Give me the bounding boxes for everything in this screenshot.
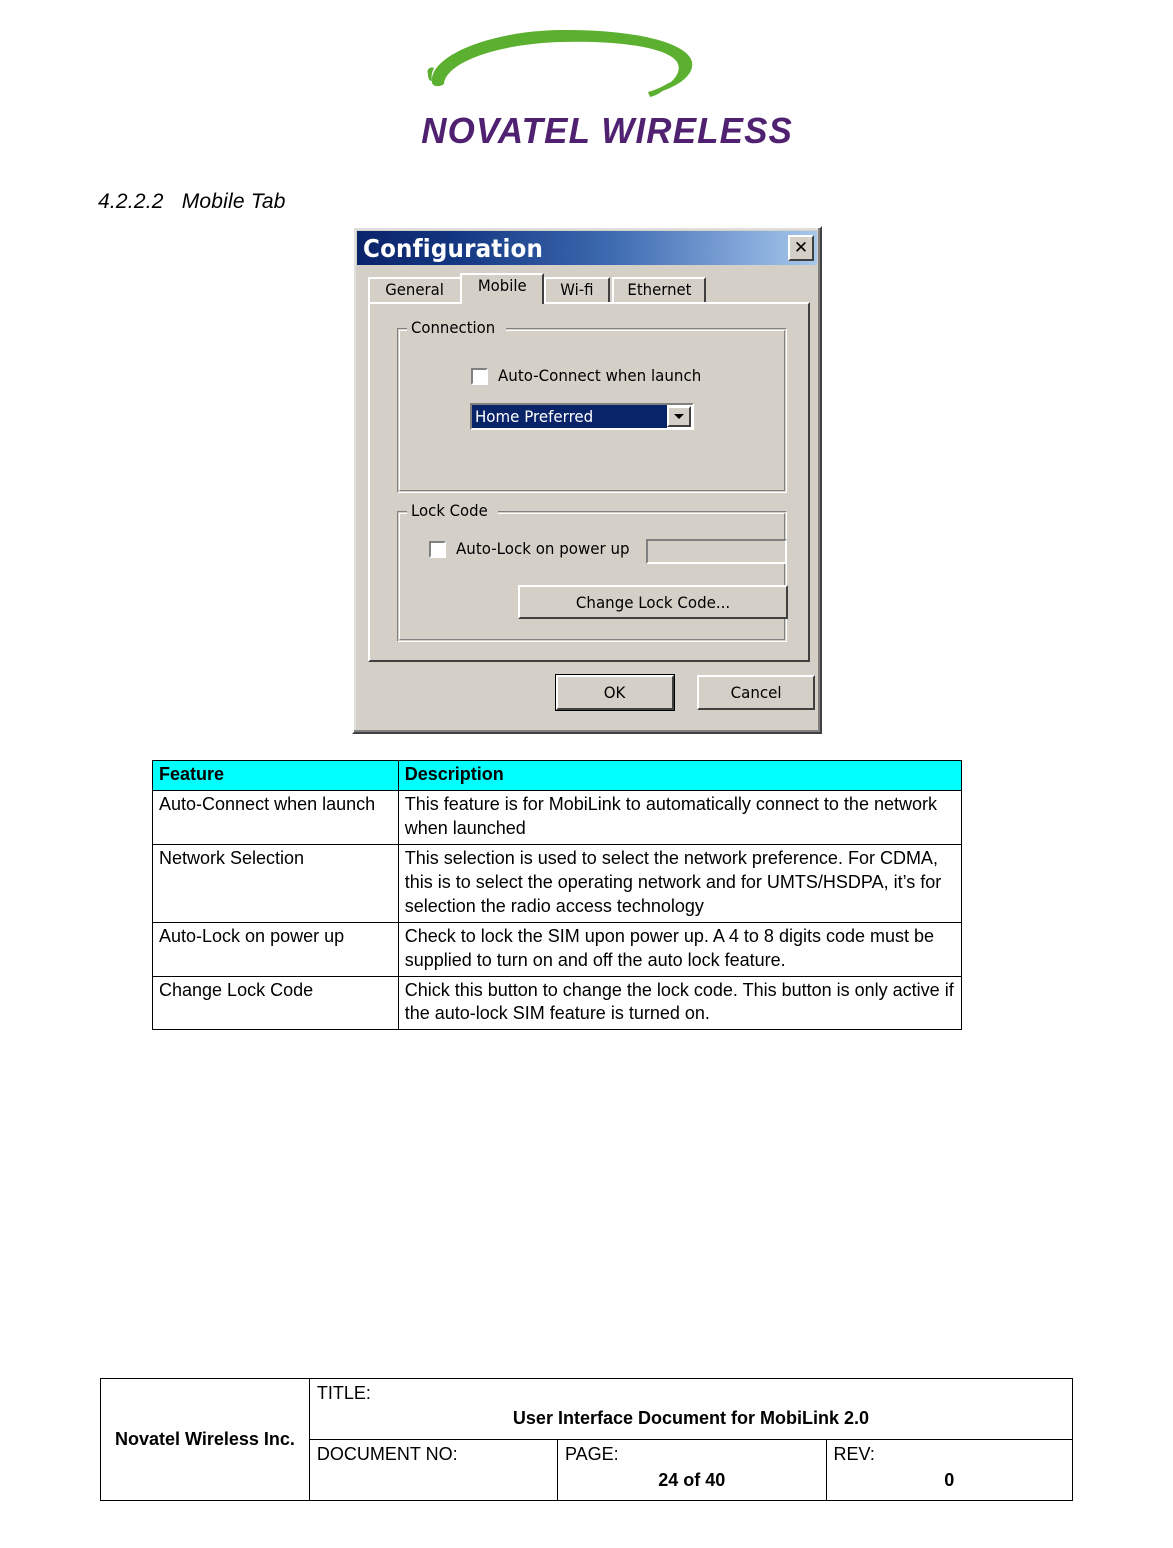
- table-row: Auto-Connect when launch This feature is…: [152, 789, 963, 845]
- section-heading: 4.2.2.2 Mobile Tab: [98, 190, 286, 213]
- change-lock-code-button[interactable]: Change Lock Code...: [518, 585, 788, 619]
- footer-page-label: PAGE:: [564, 1444, 619, 1464]
- footer-title-label: TITLE:: [316, 1383, 371, 1403]
- cell-description: Chick this button to change the lock cod…: [397, 975, 963, 1031]
- cell-feature: Auto-Lock on power up: [152, 921, 399, 977]
- tab-ethernet-label: Ethernet: [626, 280, 692, 299]
- column-header-feature: Feature: [152, 760, 399, 791]
- novatel-wireless-logo: NOVATEL WIRELESS: [417, 26, 794, 158]
- cell-feature: Auto-Connect when launch: [152, 789, 399, 845]
- auto-lock-checkbox[interactable]: [429, 540, 446, 558]
- footer-page-value: 24 of 40: [658, 1470, 726, 1491]
- table-row: Network Selection This selection is used…: [152, 843, 963, 923]
- connection-groupbox: Connection Auto-Connect when launch Home…: [397, 319, 787, 493]
- swoosh-icon: [427, 29, 693, 97]
- tab-mobile-label: Mobile: [477, 276, 527, 295]
- tab-general[interactable]: General: [368, 277, 462, 303]
- footer-rev-cell: REV: 0: [825, 1439, 1074, 1501]
- document-footer-table: Novatel Wireless Inc. TITLE: User Interf…: [100, 1378, 1074, 1501]
- lock-code-groupbox: Lock Code Auto-Lock on power up Change L…: [397, 502, 788, 642]
- cell-feature: Network Selection: [152, 843, 399, 923]
- footer-title-cell: TITLE: User Interface Document for MobiL…: [308, 1378, 1074, 1440]
- ok-button[interactable]: OK: [555, 674, 675, 711]
- logo-wordmark: NOVATEL WIRELESS: [421, 110, 794, 151]
- dialog-titlebar: Configuration ✕: [357, 231, 817, 265]
- footer-page-cell: PAGE: 24 of 40: [556, 1439, 827, 1501]
- tab-mobile[interactable]: Mobile: [460, 273, 544, 304]
- cell-feature: Change Lock Code: [152, 975, 399, 1031]
- auto-lock-label: Auto-Lock on power up: [456, 539, 630, 558]
- footer-rev-value: 0: [944, 1470, 955, 1491]
- close-icon[interactable]: ✕: [788, 235, 814, 261]
- tab-ethernet[interactable]: Ethernet: [612, 277, 706, 303]
- column-header-description: Description: [397, 760, 963, 791]
- table-header-row: Feature Description: [152, 760, 963, 791]
- footer-company: Novatel Wireless Inc.: [100, 1378, 310, 1501]
- table-row: Change Lock Code Chick this button to ch…: [152, 975, 963, 1031]
- tab-strip: General Mobile Wi-fi Ethernet: [368, 273, 810, 304]
- network-selection-combo[interactable]: Home Preferred: [470, 403, 694, 430]
- tab-wifi-label: Wi-fi: [560, 280, 594, 299]
- cell-description: This feature is for MobiLink to automati…: [397, 789, 963, 845]
- auto-connect-checkbox[interactable]: [471, 367, 488, 385]
- mobile-tab-panel: Connection Auto-Connect when launch Home…: [368, 302, 810, 662]
- footer-rev-label: REV:: [833, 1444, 875, 1464]
- chevron-down-icon[interactable]: [667, 406, 691, 427]
- cell-description: Check to lock the SIM upon power up. A 4…: [397, 921, 963, 977]
- auto-connect-checkbox-row[interactable]: Auto-Connect when launch: [471, 367, 714, 385]
- feature-description-table: Feature Description Auto-Connect when la…: [152, 760, 963, 1031]
- table-row: Auto-Lock on power up Check to lock the …: [152, 921, 963, 977]
- arrow-down-glyph: [674, 414, 684, 419]
- lock-code-input[interactable]: [646, 539, 787, 564]
- auto-lock-checkbox-row[interactable]: Auto-Lock on power up: [429, 540, 641, 558]
- cell-description: This selection is used to select the net…: [397, 843, 963, 923]
- auto-connect-label: Auto-Connect when launch: [498, 366, 702, 385]
- cancel-button[interactable]: Cancel: [697, 675, 815, 710]
- connection-groupbox-title: Connection: [407, 319, 506, 337]
- configuration-dialog: Configuration ✕ General Mobile Wi-fi Eth…: [352, 226, 822, 734]
- lock-code-groupbox-title: Lock Code: [407, 502, 498, 520]
- dialog-title: Configuration: [363, 233, 544, 263]
- footer-row-title: Novatel Wireless Inc. TITLE: User Interf…: [100, 1378, 1074, 1501]
- tab-wifi[interactable]: Wi-fi: [544, 277, 610, 303]
- network-selection-value: Home Preferred: [472, 405, 667, 428]
- footer-document-no-label: DOCUMENT NO:: [316, 1444, 458, 1464]
- footer-document-no-cell: DOCUMENT NO:: [308, 1439, 558, 1501]
- footer-title-value: User Interface Document for MobiLink 2.0: [512, 1408, 869, 1429]
- tab-general-label: General: [385, 280, 445, 299]
